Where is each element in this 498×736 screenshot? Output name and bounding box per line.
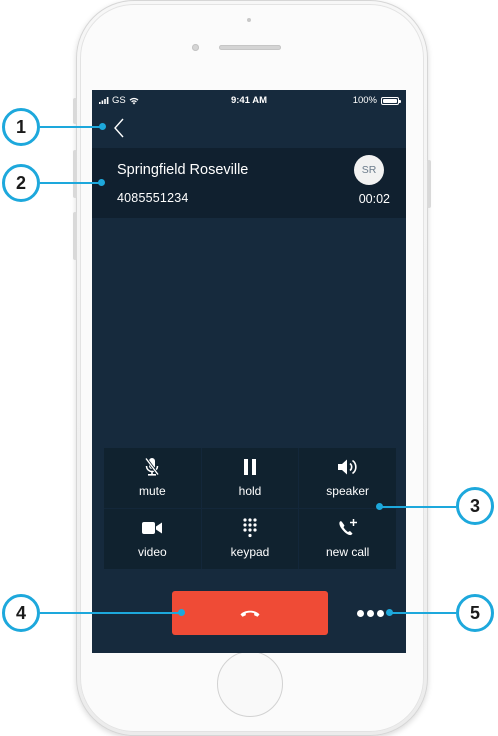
callout-4: 4	[2, 594, 40, 632]
keypad-button[interactable]: keypad	[201, 509, 299, 569]
chevron-left-icon	[114, 118, 124, 138]
more-dot	[366, 609, 374, 617]
callout-1-line	[40, 126, 102, 128]
callout-4-dot	[178, 609, 185, 616]
proximity-sensor	[247, 18, 251, 22]
phone-mute-switch	[73, 98, 77, 124]
hold-label: hold	[238, 484, 262, 498]
callout-2: 2	[2, 164, 40, 202]
avatar: SR	[354, 155, 384, 185]
callout-1-dot	[99, 123, 106, 130]
callout-3: 3	[456, 487, 494, 525]
keypad-icon	[243, 518, 257, 538]
callout-5-line	[390, 612, 456, 614]
hang-up-icon	[240, 610, 260, 617]
pause-icon	[243, 459, 256, 475]
call-screen: GS 9:41 AM 100% Springfield Roseville 40…	[92, 90, 406, 653]
speaker-icon	[337, 459, 357, 475]
more-dots-icon	[356, 609, 364, 617]
status-right: 100%	[352, 95, 401, 106]
new-call-button[interactable]: new call	[299, 509, 396, 569]
mute-label: mute	[138, 484, 166, 498]
phone-power-button	[427, 160, 431, 208]
speaker-button[interactable]: speaker	[299, 448, 396, 508]
phone-volume-up	[73, 150, 77, 198]
more-button[interactable]	[350, 603, 390, 623]
end-call-button[interactable]	[172, 591, 328, 635]
battery-icon	[381, 96, 401, 105]
callout-1: 1	[2, 108, 40, 146]
keypad-label: keypad	[230, 545, 270, 559]
caller-name: Springfield Roseville	[117, 162, 249, 178]
status-bar: GS 9:41 AM 100%	[92, 90, 406, 110]
call-controls: mute hold speaker video keypad new call	[104, 448, 396, 569]
add-call-icon	[339, 519, 357, 536]
front-camera	[192, 44, 199, 51]
battery-percent: 100%	[352, 95, 377, 106]
caller-number: 4085551234	[117, 191, 189, 205]
mute-button[interactable]: mute	[104, 448, 201, 508]
speaker-label: speaker	[326, 484, 369, 498]
back-button[interactable]	[110, 116, 130, 140]
home-button[interactable]	[217, 651, 283, 717]
video-camera-icon	[142, 522, 163, 534]
phone-volume-down	[73, 212, 77, 260]
video-button[interactable]: video	[104, 509, 201, 569]
callout-5: 5	[456, 594, 494, 632]
callout-3-line	[380, 506, 456, 508]
new-call-label: new call	[325, 545, 370, 559]
callout-2-line	[40, 182, 102, 184]
more-dot	[376, 609, 384, 617]
callout-2-dot	[98, 179, 105, 186]
video-label: video	[137, 545, 167, 559]
callout-4-line	[40, 612, 180, 614]
callout-5-dot	[386, 609, 393, 616]
microphone-off-icon	[145, 457, 160, 476]
earpiece-speaker	[219, 45, 281, 50]
hold-button[interactable]: hold	[201, 448, 299, 508]
callout-3-dot	[376, 503, 383, 510]
call-timer: 00:02	[358, 192, 390, 206]
caller-card[interactable]: Springfield Roseville 4085551234 SR 00:0…	[92, 148, 406, 218]
